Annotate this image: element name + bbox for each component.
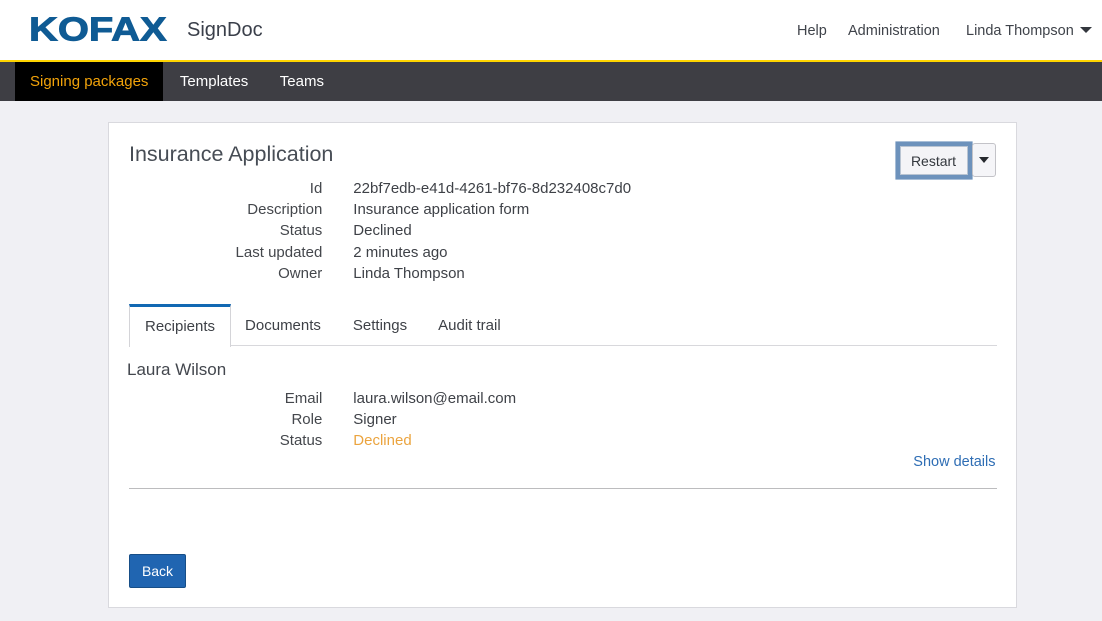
- svg-text:KOFAX: KOFAX: [29, 11, 167, 48]
